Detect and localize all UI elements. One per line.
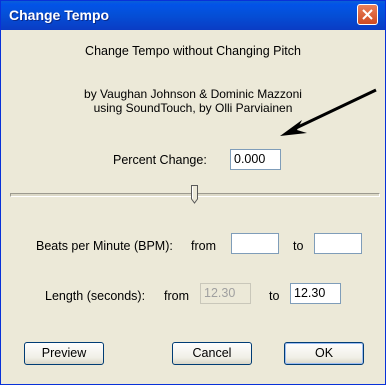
ok-button[interactable]: OK [284,342,364,365]
effect-heading: Change Tempo without Changing Pitch [85,44,301,58]
bpm-to-input[interactable] [314,233,362,254]
percent-change-input[interactable]: 0.000 [230,149,281,170]
tempo-slider-thumb[interactable] [191,185,198,204]
length-from-label: from [164,289,189,303]
dialog-title: Change Tempo [9,7,110,23]
title-bar[interactable]: Change Tempo [1,1,385,30]
bpm-from-input[interactable] [231,233,279,254]
percent-change-label: Percent Change: [113,153,207,167]
bpm-from-label: from [191,239,216,253]
credit-line-1: by Vaughan Johnson & Dominic Mazzoni [84,87,302,101]
close-x-icon [362,9,373,20]
bpm-label: Beats per Minute (BPM): [36,239,173,253]
length-to-label: to [269,289,280,303]
length-from-input: 12.30 [200,283,251,304]
preview-button[interactable]: Preview [24,342,104,365]
credit-line-2: using SoundTouch, by Olli Parviainen [93,101,293,115]
length-label: Length (seconds): [45,289,146,303]
length-to-input[interactable]: 12.30 [290,283,341,304]
bpm-to-label: to [293,239,304,253]
close-button[interactable] [357,4,378,25]
change-tempo-dialog: Change Tempo Change Tempo without Changi… [0,0,386,385]
cancel-button[interactable]: Cancel [172,342,252,365]
